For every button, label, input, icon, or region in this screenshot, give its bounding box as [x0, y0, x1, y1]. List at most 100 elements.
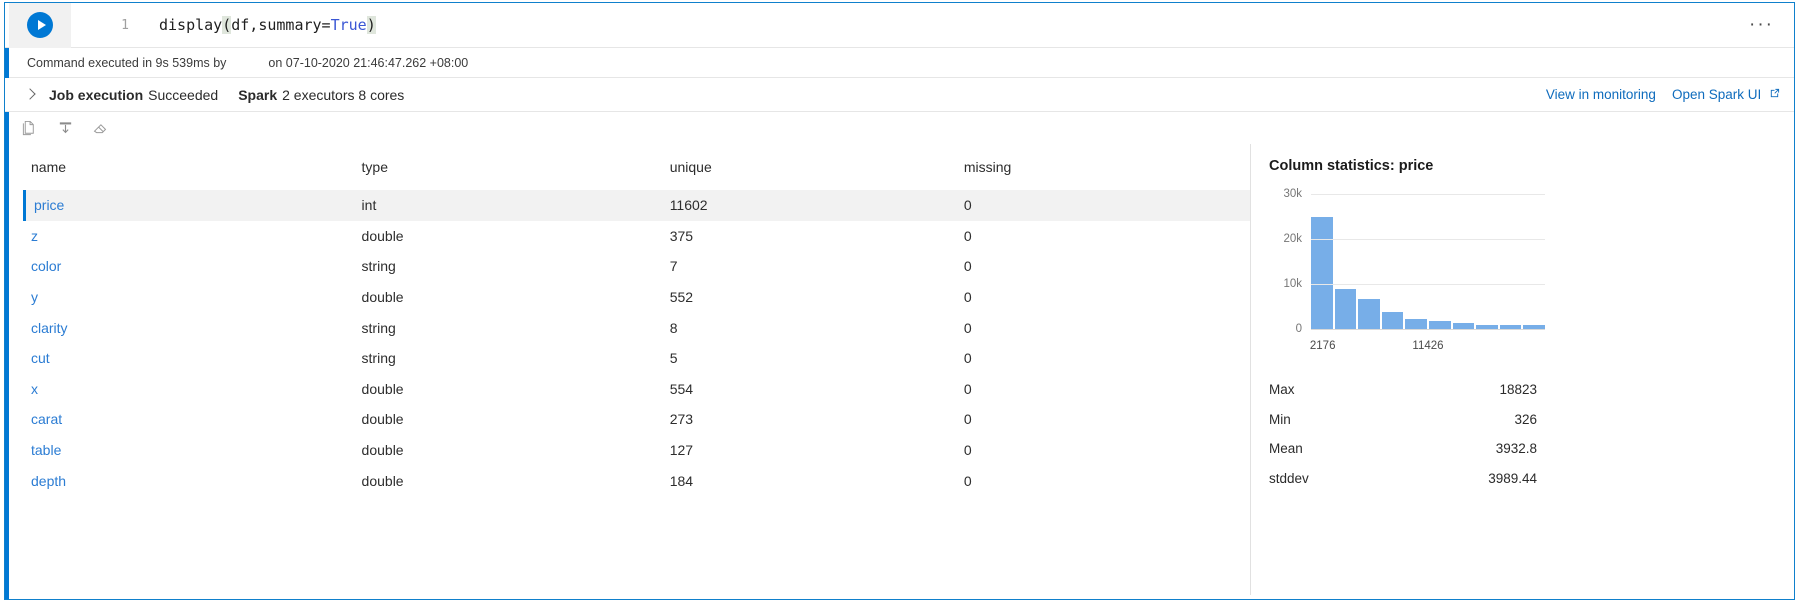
column-name-link[interactable]: color [31, 258, 61, 274]
cell-column-missing: 0 [963, 442, 972, 459]
chart-bar[interactable] [1428, 321, 1451, 329]
column-name-link[interactable]: cut [31, 350, 50, 366]
cell-column-name: clarity [23, 312, 354, 343]
statistic-row: stddev 3989.44 [1269, 463, 1537, 493]
column-header-missing[interactable]: missing [956, 144, 1250, 190]
cell-column-missing: 0 [963, 411, 972, 428]
chart-gridline: 10k [1283, 278, 1545, 290]
chart-x-tick-label: 11426 [1412, 340, 1444, 352]
chart-y-tick-label: 30k [1283, 188, 1302, 200]
chart-y-tick-label: 10k [1283, 278, 1302, 290]
eraser-icon[interactable] [89, 116, 113, 140]
cell-column-unique: 8 [669, 319, 678, 336]
cell-column-missing: 0 [963, 472, 972, 489]
statistics-list: Max 18823 Min 326 Mean 3932.8 stddev 3989.44 [1269, 374, 1537, 492]
column-name-link[interactable]: table [31, 442, 61, 458]
table-row[interactable]: table double 127 0 [23, 435, 1250, 466]
column-name-link[interactable]: x [31, 381, 38, 397]
download-icon[interactable] [53, 116, 77, 140]
cell-column-type: double [361, 472, 404, 489]
cell-column-unique: 375 [669, 227, 694, 244]
job-execution-row: Job execution Succeeded Spark 2 executors … [5, 78, 1794, 112]
column-statistics-title: Column statistics: price [1269, 158, 1434, 174]
chart-bar[interactable] [1381, 311, 1404, 329]
notebook-cell-output: 1 display(df,summary=True) ··· Command e… [0, 0, 1799, 603]
copy-icon[interactable] [17, 116, 41, 140]
code-open-paren: ( [222, 16, 232, 34]
column-name-link[interactable]: carat [31, 411, 62, 427]
statistic-row: Min 326 [1269, 404, 1537, 434]
cell-column-missing: 0 [963, 319, 972, 336]
open-spark-ui-link[interactable]: Open Spark UI [1672, 87, 1780, 102]
statistic-label: Min [1269, 411, 1291, 427]
cell-column-name: color [23, 251, 354, 282]
column-name-link[interactable]: y [31, 289, 38, 305]
schema-table: name type unique missing price int 11602 0 z… [23, 144, 1250, 496]
column-name-link[interactable]: clarity [31, 320, 68, 336]
result-toolbar [5, 112, 1794, 144]
job-execution-status: Job execution Succeeded [49, 87, 218, 103]
view-in-monitoring-link[interactable]: View in monitoring [1546, 87, 1656, 102]
statistic-value: 18823 [1499, 382, 1537, 398]
table-row[interactable]: price int 11602 0 [23, 190, 1250, 221]
cell-column-unique: 7 [669, 258, 678, 275]
statistic-row: Mean 3932.8 [1269, 433, 1537, 463]
cell-column-name: z [23, 221, 354, 252]
column-name-link[interactable]: price [34, 197, 64, 213]
cell-column-name: cut [23, 343, 354, 374]
chart-plot-area: 0 10k 20k 30k [1283, 188, 1545, 335]
table-row[interactable]: z double 375 0 [23, 221, 1250, 252]
cell-column-type: string [361, 258, 396, 275]
cell-column-unique: 127 [669, 442, 694, 459]
cell-frame: 1 display(df,summary=True) ··· Command e… [4, 2, 1795, 600]
code-input[interactable]: display(df,summary=True) [159, 16, 376, 34]
cell-column-unique: 552 [669, 289, 694, 306]
table-header-row: name type unique missing [23, 144, 1250, 190]
cell-column-unique: 273 [669, 411, 694, 428]
code-arguments: df,summary= [231, 16, 331, 34]
table-row[interactable]: color string 7 0 [23, 251, 1250, 282]
chart-bar[interactable] [1311, 216, 1333, 329]
cell-column-name: y [23, 282, 354, 313]
column-header-name[interactable]: name [23, 144, 354, 190]
price-histogram-chart: 0 10k 20k 30k 2176 11426 [1271, 188, 1553, 358]
table-row[interactable]: carat double 273 0 [23, 404, 1250, 435]
table-row[interactable]: depth double 184 0 [23, 465, 1250, 496]
statistic-label: stddev [1269, 470, 1309, 486]
cell-column-name: price [23, 190, 354, 221]
column-header-type[interactable]: type [354, 144, 662, 190]
code-keyword-true: True [330, 16, 367, 34]
column-name-link[interactable]: depth [31, 473, 66, 489]
cell-column-type: double [361, 442, 404, 459]
cell-column-name: depth [23, 465, 354, 496]
chart-bar[interactable] [1334, 289, 1357, 329]
cell-column-name: x [23, 374, 354, 405]
cell-column-missing: 0 [963, 227, 972, 244]
cell-column-type: double [361, 380, 404, 397]
cell-more-options-button[interactable]: ··· [1743, 13, 1780, 37]
chart-bar[interactable] [1405, 318, 1427, 329]
line-number: 1 [121, 17, 129, 33]
column-name-link[interactable]: z [31, 228, 38, 244]
chevron-right-icon[interactable] [23, 87, 39, 103]
table-row[interactable]: x double 554 0 [23, 374, 1250, 405]
chart-bars [1311, 194, 1545, 329]
statistic-value: 3989.44 [1488, 470, 1537, 486]
job-execution-value: Succeeded [148, 86, 219, 103]
statistic-label: Max [1269, 382, 1295, 398]
chart-x-tick-label: 2176 [1309, 340, 1336, 352]
chart-y-tick-label: 20k [1283, 233, 1302, 245]
chart-bar[interactable] [1358, 298, 1380, 329]
execution-status-row: Command executed in 9s 539ms by on 07-10… [5, 48, 1794, 78]
table-row[interactable]: y double 552 0 [23, 282, 1250, 313]
cell-column-type: double [361, 289, 404, 306]
table-row[interactable]: clarity string 8 0 [23, 312, 1250, 343]
statistic-label: Mean [1269, 441, 1303, 457]
run-cell-button[interactable] [9, 2, 71, 48]
table-row[interactable]: cut string 5 0 [23, 343, 1250, 374]
column-header-unique[interactable]: unique [662, 144, 956, 190]
cell-column-unique: 184 [669, 472, 694, 489]
chart-gridline: 20k [1283, 233, 1545, 245]
cell-column-missing: 0 [963, 197, 972, 214]
code-close-paren: ) [366, 16, 376, 34]
